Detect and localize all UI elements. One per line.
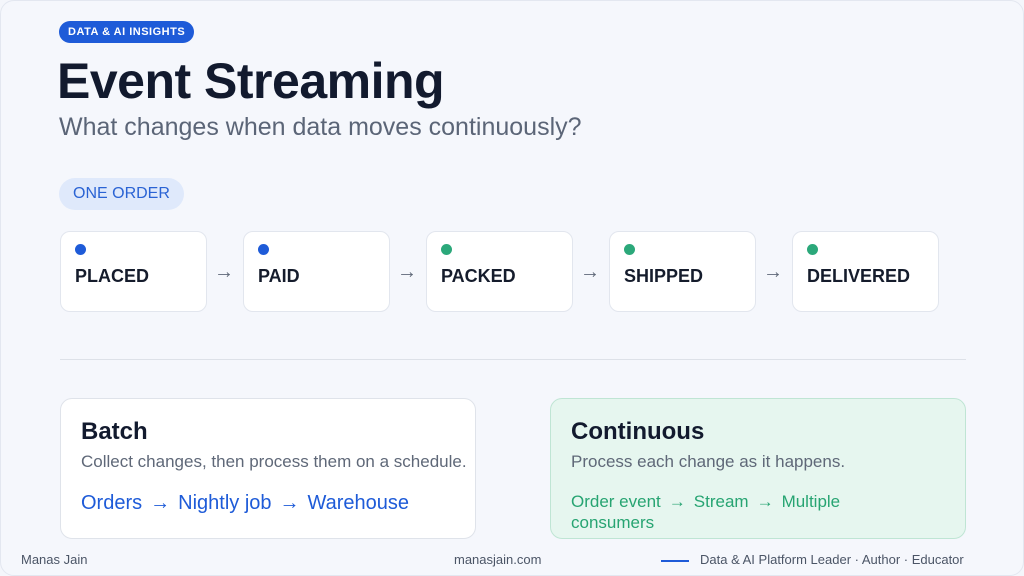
card-description: Process each change as it happens. bbox=[571, 452, 846, 471]
stage-paid: PAID bbox=[243, 231, 390, 312]
stage-placed: PLACED bbox=[60, 231, 207, 312]
continuous-card: Continuous Process each change as it hap… bbox=[550, 398, 966, 539]
chain-step: Stream bbox=[693, 492, 749, 511]
stage-label: SHIPPED bbox=[624, 266, 704, 286]
stage-label: DELIVERED bbox=[807, 266, 911, 286]
stage-label: PACKED bbox=[441, 266, 516, 286]
stage-delivered: DELIVERED bbox=[792, 231, 939, 312]
chain-step: Orders bbox=[81, 492, 143, 514]
section-divider bbox=[60, 359, 966, 360]
status-dot-icon bbox=[441, 244, 452, 255]
arrow-right-icon: → bbox=[214, 261, 234, 283]
footer-tagline: Data & AI Platform Leader · Author · Edu… bbox=[700, 552, 964, 567]
chain-step: Order event bbox=[571, 492, 661, 511]
page-subtitle: What changes when data moves continuousl… bbox=[59, 113, 582, 141]
footer-accent-line bbox=[661, 560, 689, 562]
status-dot-icon bbox=[807, 244, 818, 255]
chain-step: Warehouse bbox=[307, 492, 410, 514]
batch-card: Batch Collect changes, then process them… bbox=[60, 398, 476, 539]
status-dot-icon bbox=[624, 244, 635, 255]
footer-author: Manas Jain bbox=[21, 552, 88, 567]
arrow-right-icon: → bbox=[279, 492, 300, 514]
footer-website[interactable]: manasjain.com bbox=[454, 552, 541, 567]
chain-step: Nightly job bbox=[178, 492, 272, 514]
card-title: Batch bbox=[81, 418, 148, 445]
stage-label: PAID bbox=[258, 266, 300, 286]
continuous-chain: Order event → Stream → Multiple consumers bbox=[571, 491, 901, 533]
batch-chain: Orders → Nightly job → Warehouse bbox=[81, 492, 409, 515]
arrow-right-icon: → bbox=[763, 261, 783, 283]
arrow-right-icon: → bbox=[150, 492, 171, 514]
slide: DATA & AI INSIGHTS Event Streaming What … bbox=[0, 0, 1024, 576]
status-dot-icon bbox=[258, 244, 269, 255]
stage-label: PLACED bbox=[75, 266, 150, 286]
card-title: Continuous bbox=[571, 418, 705, 445]
page-title: Event Streaming bbox=[57, 53, 445, 109]
stage-shipped: SHIPPED bbox=[609, 231, 756, 312]
flow-label-pill: ONE ORDER bbox=[59, 178, 184, 210]
category-badge: DATA & AI INSIGHTS bbox=[59, 21, 195, 43]
arrow-right-icon: → bbox=[397, 261, 417, 283]
arrow-right-icon: → bbox=[756, 492, 774, 511]
arrow-right-icon: → bbox=[668, 492, 686, 511]
status-dot-icon bbox=[75, 244, 86, 255]
card-description: Collect changes, then process them on a … bbox=[81, 452, 467, 471]
stage-packed: PACKED bbox=[426, 231, 573, 312]
arrow-right-icon: → bbox=[580, 261, 600, 283]
